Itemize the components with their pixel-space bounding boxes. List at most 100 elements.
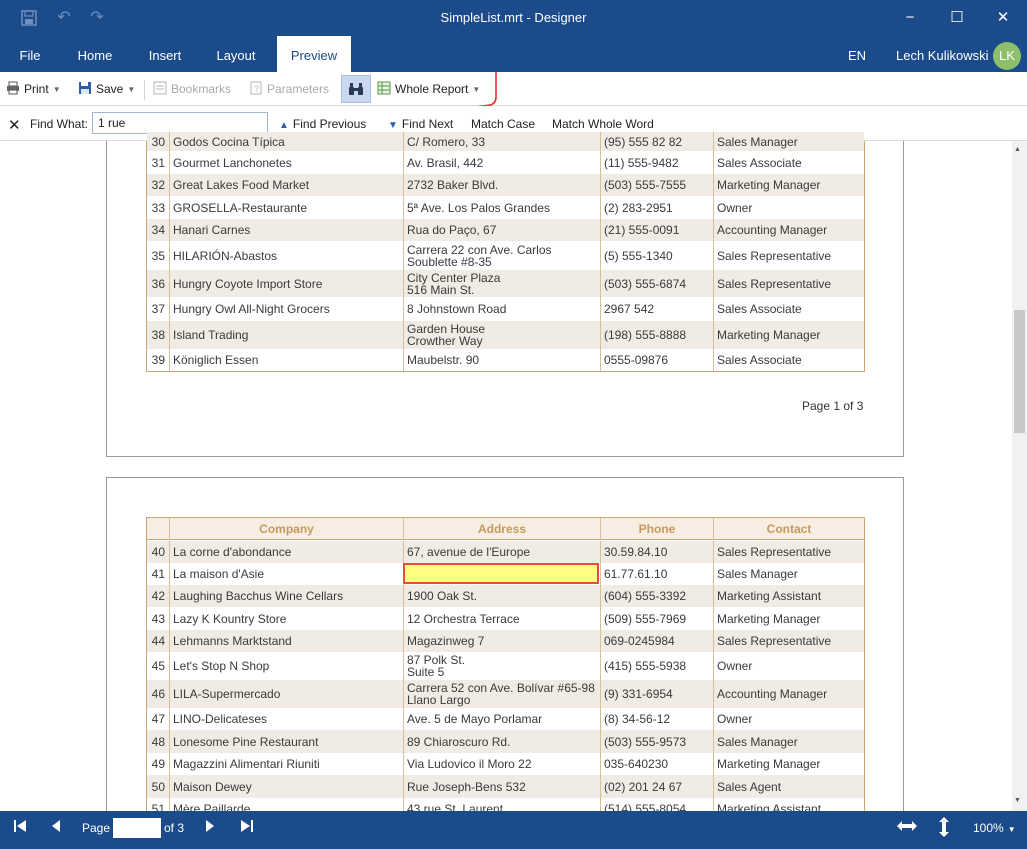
cell-address: 2732 Baker Blvd. bbox=[403, 174, 600, 196]
cell-phone: (503) 555-7555 bbox=[600, 174, 713, 196]
cell-address: 1900 Oak St. bbox=[403, 585, 600, 607]
cell-address: 8 Johnstown Road bbox=[403, 297, 600, 321]
table-row: 49 Magazzini Alimentari Riuniti Via Ludovi… bbox=[147, 753, 864, 775]
cell-num: 49 bbox=[151, 757, 165, 771]
cell-contact: Accounting Manager bbox=[713, 680, 864, 708]
page-number-input[interactable] bbox=[113, 818, 161, 838]
tab-home[interactable]: Home bbox=[70, 36, 120, 72]
cell-num: 47 bbox=[151, 712, 165, 726]
table-row: 50 Maison Dewey Rue Joseph-Bens 532 (02) 20… bbox=[147, 775, 864, 798]
cell-phone: (02) 201 24 67 bbox=[600, 775, 713, 798]
tab-preview[interactable]: Preview bbox=[277, 36, 351, 72]
cell-phone: 069-0245984 bbox=[600, 630, 713, 652]
table-row: 47 LINO-Delicateses Ave. 5 de Mayo Porlama… bbox=[147, 708, 864, 730]
find-previous-button[interactable]: ▲ Find Previous bbox=[279, 117, 366, 131]
cell-num: 31 bbox=[151, 155, 165, 170]
zoom-dropdown[interactable]: 100% ▼ bbox=[973, 821, 1016, 835]
cell-phone: (503) 555-9573 bbox=[600, 730, 713, 753]
user-name[interactable]: Lech Kulikowski bbox=[896, 48, 989, 63]
table-row: 34 Hanari Carnes Rua do Paço, 67 (21) 555-0… bbox=[147, 219, 864, 241]
table-row: 36 Hungry Coyote Import Store City Center … bbox=[147, 270, 864, 297]
chevron-down-icon: ▼ bbox=[52, 85, 61, 94]
print-button[interactable]: Print ▼ bbox=[6, 78, 61, 100]
cell-address: Via Ludovico il Moro 22 bbox=[403, 753, 600, 775]
cell-phone: (198) 555-8888 bbox=[600, 321, 713, 349]
bookmarks-button[interactable]: Bookmarks bbox=[153, 78, 231, 100]
title-bar: ↶ ↷ SimpleList.mrt - Designer − ☐ ✕ bbox=[0, 0, 1027, 36]
first-page-icon[interactable] bbox=[12, 818, 28, 837]
cell-company: Hungry Coyote Import Store bbox=[169, 270, 403, 297]
next-page-icon[interactable] bbox=[204, 818, 216, 837]
window-title: SimpleList.mrt - Designer bbox=[440, 10, 587, 25]
report-table-page-2: Company Address Phone Contact 40 La corne… bbox=[146, 517, 865, 820]
close-find-icon[interactable]: ✕ bbox=[8, 116, 21, 134]
floppy-icon bbox=[78, 80, 92, 94]
table-row: 30 Godos Cocina Típica C/ Romero, 33 (95) 5… bbox=[147, 132, 864, 151]
language-selector[interactable]: EN bbox=[848, 48, 866, 63]
cell-num: 34 bbox=[151, 223, 165, 237]
page-height-icon[interactable] bbox=[936, 816, 952, 841]
cell-phone: (2) 283-2951 bbox=[600, 196, 713, 219]
minimize-button[interactable]: − bbox=[897, 6, 923, 30]
cell-contact: Owner bbox=[713, 196, 864, 219]
scrollbar-thumb[interactable] bbox=[1014, 310, 1025, 433]
avatar[interactable]: LK bbox=[993, 42, 1021, 70]
cell-address: 12 Orchestra Terrace bbox=[403, 607, 600, 630]
cell-phone: (11) 555-9482 bbox=[600, 151, 713, 174]
cell-address: Carrera 52 con Ave. Bolívar #65-98 Llano… bbox=[403, 680, 600, 708]
cell-address: Av. Brasil, 442 bbox=[403, 151, 600, 174]
page-label: Page bbox=[82, 821, 111, 835]
table-row: 45 Let's Stop N Shop 87 Polk St. Suite 5 (4… bbox=[147, 652, 864, 680]
cell-num: 38 bbox=[151, 328, 165, 342]
find-what-input[interactable] bbox=[92, 112, 268, 134]
vertical-scrollbar[interactable] bbox=[1012, 141, 1027, 811]
cell-num: 42 bbox=[151, 589, 165, 603]
find-next-button[interactable]: ▼ Find Next bbox=[388, 117, 453, 131]
page-footer: Page 1 of 3 bbox=[802, 399, 864, 413]
cell-num: 48 bbox=[151, 734, 165, 749]
previous-page-icon[interactable] bbox=[50, 818, 62, 837]
close-button[interactable]: ✕ bbox=[990, 6, 1016, 30]
cell-address: City Center Plaza 516 Main St. bbox=[403, 270, 600, 297]
parameters-button[interactable]: ? Parameters bbox=[249, 78, 329, 100]
cell-contact: Owner bbox=[713, 708, 864, 730]
table-row: 35 HILARIÓN-Abastos Carrera 22 con Ave. Ca… bbox=[147, 241, 864, 270]
cell-contact: Sales Associate bbox=[713, 151, 864, 174]
scroll-down-icon[interactable]: ▼ bbox=[1014, 797, 1021, 804]
cell-phone: (9) 331-6954 bbox=[600, 680, 713, 708]
cell-contact: Sales Representative bbox=[713, 270, 864, 297]
cell-address: Magazinweg 7 bbox=[403, 630, 600, 652]
cell-num: 43 bbox=[151, 611, 165, 626]
last-page-icon[interactable] bbox=[239, 818, 255, 837]
cell-phone: 035-640230 bbox=[600, 753, 713, 775]
tab-layout[interactable]: Layout bbox=[207, 36, 265, 72]
save-report-button[interactable]: Save ▼ bbox=[78, 78, 135, 100]
match-whole-word-toggle[interactable]: Match Whole Word bbox=[552, 117, 654, 131]
page-width-icon[interactable] bbox=[896, 818, 918, 837]
cell-contact: Marketing Manager bbox=[713, 753, 864, 775]
toolbar-divider bbox=[144, 80, 145, 100]
maximize-button[interactable]: ☐ bbox=[944, 6, 970, 30]
cell-contact: Sales Associate bbox=[713, 349, 864, 371]
find-toggle-button[interactable] bbox=[341, 75, 371, 103]
tab-insert[interactable]: Insert bbox=[139, 36, 191, 72]
cell-phone: 61.77.61.10 bbox=[600, 563, 713, 585]
match-case-toggle[interactable]: Match Case bbox=[471, 117, 535, 131]
tab-file[interactable]: File bbox=[8, 36, 52, 72]
zoom-value: 100% bbox=[973, 821, 1004, 835]
cell-company: Godos Cocina Típica bbox=[169, 132, 403, 151]
cell-num: 36 bbox=[151, 276, 165, 291]
scroll-up-icon[interactable]: ▲ bbox=[1014, 146, 1021, 153]
cell-company: Laughing Bacchus Wine Cellars bbox=[169, 585, 403, 607]
cell-company: HILARIÓN-Abastos bbox=[169, 241, 403, 270]
cell-phone: (503) 555-6874 bbox=[600, 270, 713, 297]
column-header-address: Address bbox=[403, 518, 600, 540]
cell-company: Maison Dewey bbox=[169, 775, 403, 798]
cell-company: Königlich Essen bbox=[169, 349, 403, 371]
table-row: 40 La corne d'abondance 67, avenue de l'Eu… bbox=[147, 541, 864, 563]
cell-company: Magazzini Alimentari Riuniti bbox=[169, 753, 403, 775]
cell-company: Gourmet Lanchonetes bbox=[169, 151, 403, 174]
find-what-label: Find What: bbox=[30, 117, 89, 131]
cell-company: Hungry Owl All-Night Grocers bbox=[169, 297, 403, 321]
cell-contact: Sales Representative bbox=[713, 541, 864, 563]
